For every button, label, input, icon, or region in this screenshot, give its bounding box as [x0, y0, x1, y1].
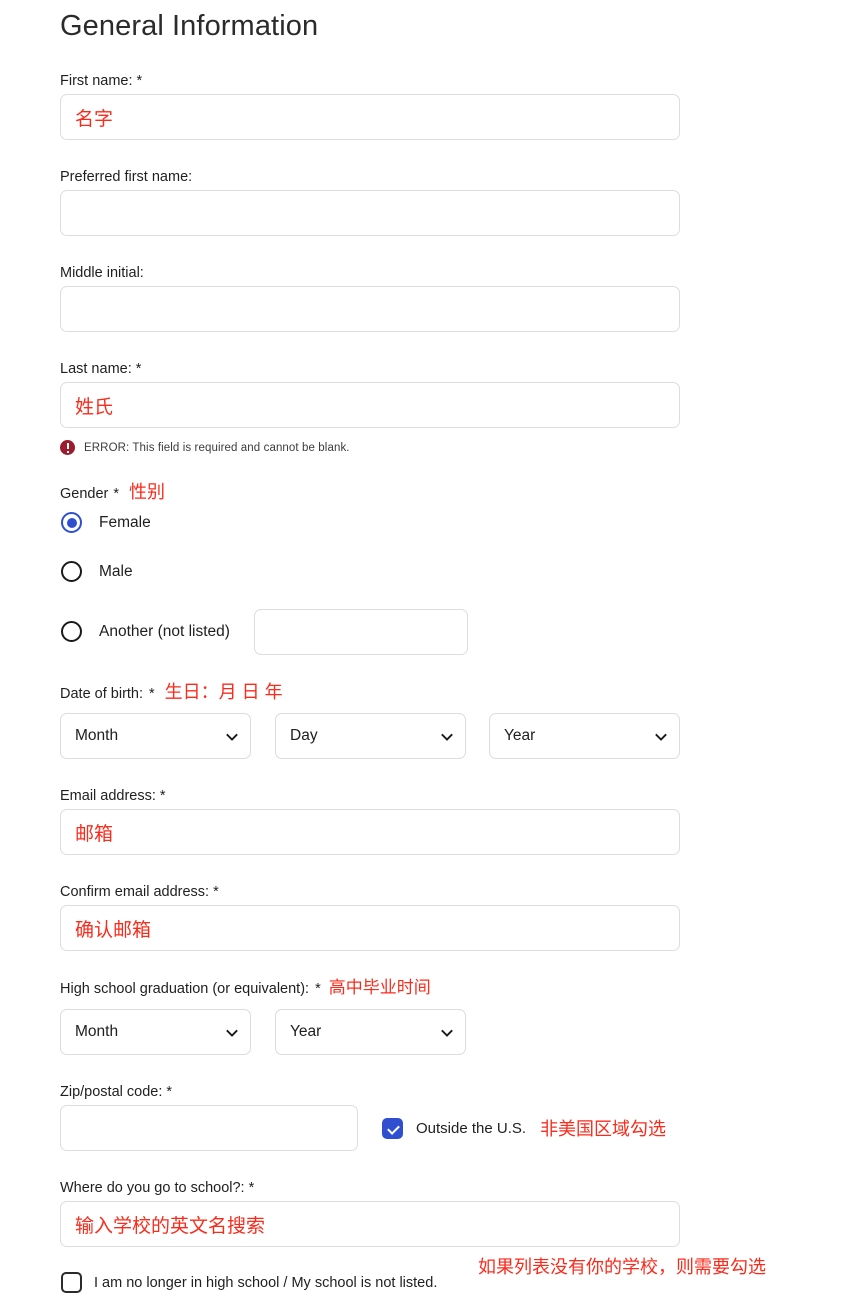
confirm-email-label-row: Confirm email address: *	[60, 883, 219, 901]
middle-initial-input[interactable]	[60, 286, 680, 332]
chevron-down-icon	[441, 730, 453, 742]
gender-option-female[interactable]: Female	[61, 512, 151, 533]
first-name-label: First name:	[60, 73, 133, 89]
school-not-listed-annotation: 如果列表没有你的学校，则需要勾选	[478, 1257, 766, 1277]
hs-graduation-required-mark: *	[315, 981, 321, 997]
gender-annotation: 性别	[129, 482, 166, 502]
dob-year-select[interactable]: Year	[489, 713, 680, 759]
first-name-input[interactable]: 名字	[60, 94, 680, 140]
confirm-email-input[interactable]: 确认邮箱	[60, 905, 680, 951]
school-not-listed-label: I am no longer in high school / My schoo…	[94, 1274, 438, 1291]
confirm-email-required-mark: *	[213, 884, 219, 900]
school-label: Where do you go to school?:	[60, 1180, 245, 1196]
outside-us-checkbox[interactable]	[382, 1118, 403, 1139]
zip-required-mark: *	[166, 1084, 173, 1100]
confirm-email-label: Confirm email address:	[60, 884, 210, 900]
last-name-error: ERROR: This field is required and cannot…	[60, 440, 350, 455]
hs-graduation-month-value: Month	[75, 1023, 119, 1040]
gender-label: Gender	[60, 486, 109, 502]
last-name-error-text: ERROR: This field is required and cannot…	[84, 441, 350, 454]
zip-label-row: Zip/postal code: *	[60, 1083, 172, 1101]
radio-male[interactable]	[61, 561, 82, 582]
email-label-row: Email address: *	[60, 787, 166, 805]
first-name-label-row: First name: *	[60, 72, 142, 90]
email-input[interactable]: 邮箱	[60, 809, 680, 855]
chevron-down-icon	[441, 1026, 453, 1038]
chevron-down-icon	[655, 730, 667, 742]
email-label: Email address:	[60, 788, 156, 804]
dob-month-select[interactable]: Month	[60, 713, 251, 759]
preferred-first-name-input[interactable]	[60, 190, 680, 236]
dob-day-value: Day	[290, 727, 318, 744]
radio-female-label: Female	[99, 513, 151, 531]
hs-graduation-label-row: High school graduation (or equivalent): …	[60, 979, 431, 998]
gender-option-another[interactable]: Another (not listed)	[61, 621, 230, 642]
radio-male-label: Male	[99, 562, 133, 580]
zip-label: Zip/postal code:	[60, 1084, 163, 1100]
dob-required-mark: *	[149, 686, 155, 702]
error-circle-icon	[60, 440, 75, 455]
school-not-listed-row[interactable]: I am no longer in high school / My schoo…	[61, 1272, 437, 1293]
hs-graduation-month-select[interactable]: Month	[60, 1009, 251, 1055]
last-name-label: Last name:	[60, 361, 132, 377]
hs-graduation-annotation: 高中毕业时间	[328, 978, 431, 997]
radio-another-label: Another (not listed)	[99, 622, 230, 640]
page-title: General Information	[60, 10, 319, 42]
dob-month-value: Month	[75, 727, 119, 744]
school-required-mark: *	[248, 1180, 255, 1196]
general-information-form: General Information First name: * 名字 Pre…	[0, 0, 868, 1316]
school-not-listed-checkbox[interactable]	[61, 1272, 82, 1293]
zip-input[interactable]	[60, 1105, 358, 1151]
gender-label-row: Gender * 性别	[60, 483, 165, 503]
dob-annotation: 生日：月 日 年	[164, 682, 283, 702]
chevron-down-icon	[226, 730, 238, 742]
dob-label-row: Date of birth: * 生日：月 日 年	[60, 683, 283, 703]
dob-year-value: Year	[504, 727, 536, 744]
outside-us-row[interactable]: Outside the U.S. 非美国区域勾选	[382, 1118, 666, 1139]
gender-option-male[interactable]: Male	[61, 561, 133, 582]
school-label-row: Where do you go to school?: *	[60, 1179, 254, 1197]
hs-graduation-year-select[interactable]: Year	[275, 1009, 466, 1055]
radio-another[interactable]	[61, 621, 82, 642]
outside-us-label: Outside the U.S.	[416, 1120, 527, 1137]
last-name-required-mark: *	[135, 361, 142, 377]
chevron-down-icon	[226, 1026, 238, 1038]
middle-initial-label: Middle initial:	[60, 265, 144, 281]
gender-required-mark: *	[113, 486, 120, 502]
preferred-first-name-label: Preferred first name:	[60, 169, 193, 185]
last-name-input[interactable]: 姓氏	[60, 382, 680, 428]
last-name-label-row: Last name: *	[60, 360, 141, 378]
middle-initial-label-row: Middle initial:	[60, 264, 144, 282]
school-search-input[interactable]: 输入学校的英文名搜索	[60, 1201, 680, 1247]
email-required-mark: *	[159, 788, 166, 804]
outside-us-annotation: 非美国区域勾选	[540, 1118, 667, 1139]
dob-day-select[interactable]: Day	[275, 713, 466, 759]
gender-other-input[interactable]	[254, 609, 468, 655]
hs-graduation-label: High school graduation (or equivalent):	[60, 981, 310, 997]
first-name-required-mark: *	[136, 73, 143, 89]
preferred-first-name-label-row: Preferred first name:	[60, 168, 192, 186]
dob-label: Date of birth:	[60, 686, 144, 702]
hs-graduation-year-value: Year	[290, 1023, 322, 1040]
radio-female[interactable]	[61, 512, 82, 533]
